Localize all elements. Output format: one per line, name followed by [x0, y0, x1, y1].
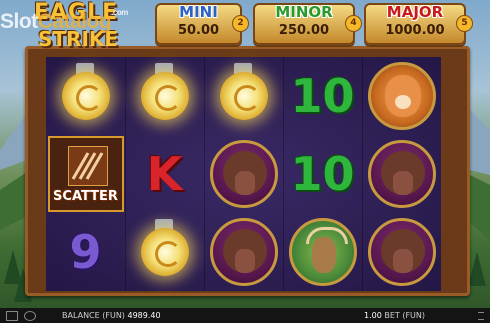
- coin-symbol: [204, 57, 283, 135]
- reel-grid: SCATTER 9 K 10 10: [46, 57, 441, 291]
- balance-value: 4989.40: [127, 311, 161, 320]
- jackpot-minor-badge: 4: [345, 15, 362, 32]
- king-symbol: K: [146, 147, 183, 201]
- jackpot-mini-value: 50.00: [177, 23, 220, 38]
- deer-icon: [288, 218, 357, 286]
- jackpot-major-value: 1000.00: [385, 23, 445, 38]
- reel-1: SCATTER 9: [46, 57, 126, 291]
- bison-icon: [209, 218, 278, 286]
- balance-label: BALANCE (FUN): [62, 311, 125, 320]
- swirl-coin-icon: [219, 72, 268, 120]
- puma-icon: [367, 62, 436, 130]
- pine-tree: [468, 252, 486, 286]
- bison-icon: [367, 218, 436, 286]
- jackpot-major-name: MAJOR: [386, 3, 444, 21]
- menu-icon[interactable]: [6, 311, 18, 321]
- bison-symbol: [362, 213, 441, 291]
- game-header: EAGLE STRIKE SlotCatalog.com MINI 50.00 …: [0, 0, 490, 51]
- jackpot-mini: MINI 50.00 2: [155, 3, 249, 45]
- ten-symbol: 10: [290, 69, 355, 123]
- bet-value: 1.00: [364, 311, 382, 320]
- bison-icon: [367, 140, 436, 208]
- scatter-symbol: SCATTER: [46, 135, 125, 213]
- balance-display: BALANCE (FUN) 4989.40: [62, 311, 161, 320]
- jackpot-minor-name: MINOR: [275, 3, 333, 21]
- bet-display: 1.00 BET (FUN): [364, 311, 425, 320]
- jackpot-minor: MINOR 250.00 4: [253, 3, 362, 45]
- swirl-coin-icon: [61, 72, 110, 120]
- jackpot-minor-value: 250.00: [278, 23, 330, 38]
- reel-3: [204, 57, 284, 291]
- coin-symbol: [46, 57, 125, 135]
- bison-icon: [209, 140, 278, 208]
- jackpot-mini-name: MINI: [179, 3, 218, 21]
- reel-2: K: [125, 57, 205, 291]
- ten-symbol: 10: [290, 147, 355, 201]
- jackpot-major: MAJOR 1000.00 5: [364, 3, 473, 45]
- bet-label: BET (FUN): [384, 311, 426, 320]
- puma-symbol: [362, 57, 441, 135]
- sound-icon[interactable]: [24, 311, 36, 321]
- coin-symbol: [125, 57, 204, 135]
- watermark: SlotCatalog.com: [0, 8, 128, 34]
- swirl-coin-icon: [140, 72, 189, 120]
- swirl-coin-icon: [140, 228, 189, 276]
- claw-scatter-icon: SCATTER: [47, 136, 124, 212]
- nine-symbol: 9: [69, 225, 102, 279]
- jackpot-major-badge: 5: [456, 15, 473, 32]
- settings-icon[interactable]: [478, 312, 484, 320]
- bison-symbol: [362, 135, 441, 213]
- watermark-catalog: Catalog: [37, 10, 112, 33]
- watermark-slot: Slot: [0, 10, 38, 33]
- deer-symbol: [283, 213, 362, 291]
- scatter-label: SCATTER: [53, 189, 118, 204]
- reel-4: 10 10: [283, 57, 363, 291]
- watermark-com: .com: [111, 8, 128, 17]
- reel-5: [362, 57, 441, 291]
- bison-symbol: [204, 213, 283, 291]
- bottom-bar: BALANCE (FUN) 4989.40 1.00 BET (FUN): [0, 308, 490, 323]
- bison-symbol: [204, 135, 283, 213]
- jackpot-mini-badge: 2: [232, 15, 249, 32]
- coin-symbol: [125, 213, 204, 291]
